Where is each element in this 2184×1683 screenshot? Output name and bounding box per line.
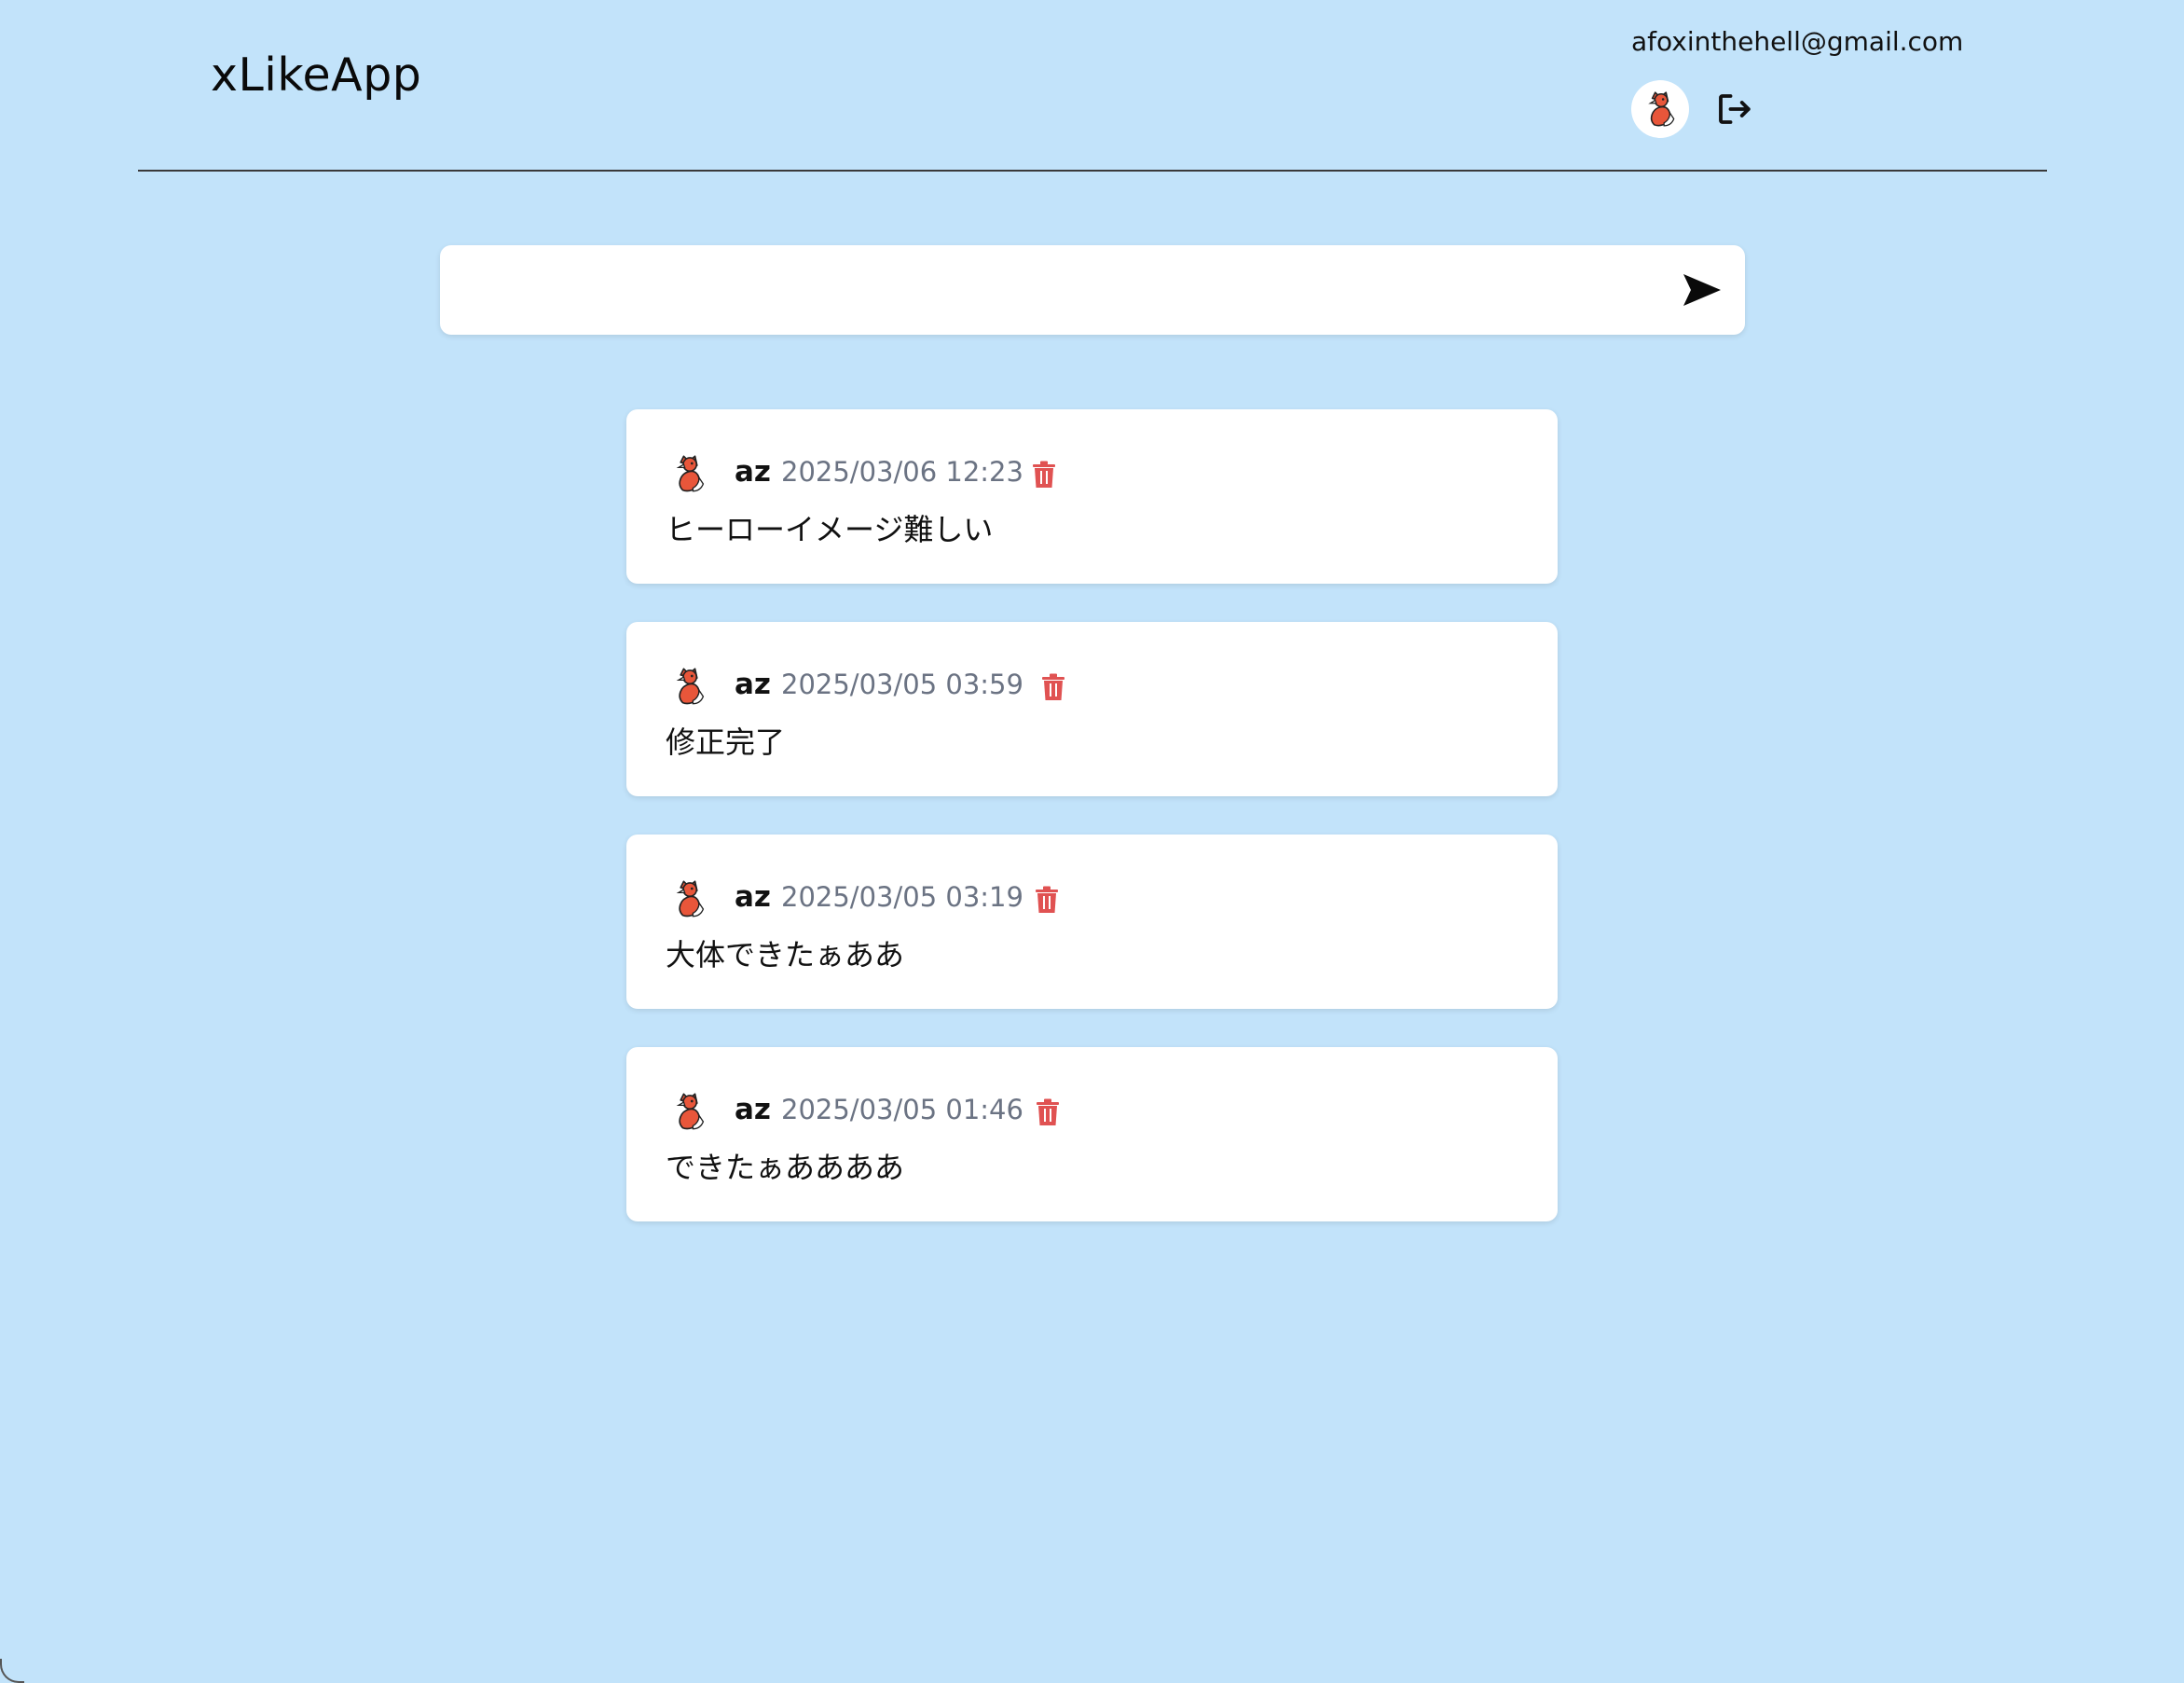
post-input[interactable] — [462, 262, 1641, 320]
window-corner — [0, 1659, 24, 1683]
fox-icon — [1648, 91, 1675, 127]
trash-icon — [1033, 461, 1055, 488]
compose-box — [440, 245, 1745, 335]
delete-post-button[interactable] — [1040, 672, 1066, 702]
post-timestamp: 2025/03/06 12:23 — [781, 456, 1023, 488]
trash-icon — [1042, 673, 1065, 700]
user-avatar[interactable] — [1631, 80, 1689, 138]
post-text: できたぁああああ — [666, 1150, 905, 1185]
logout-button[interactable] — [1710, 84, 1758, 134]
post-author: az — [735, 668, 771, 701]
delete-post-button[interactable] — [1035, 1097, 1061, 1127]
send-icon — [1683, 274, 1721, 306]
trash-icon — [1037, 1098, 1059, 1125]
fox-icon — [676, 455, 705, 492]
delete-post-button[interactable] — [1031, 460, 1057, 490]
fox-icon — [676, 880, 705, 917]
user-email: afoxinthehell@gmail.com — [1631, 26, 1964, 57]
post-timestamp: 2025/03/05 03:19 — [781, 881, 1023, 913]
post-card: az 2025/03/06 12:23 ヒーローイメージ難しい — [626, 409, 1558, 584]
post-author: az — [735, 1093, 771, 1126]
trash-icon — [1036, 886, 1058, 913]
post-avatar[interactable] — [666, 876, 712, 922]
post-author: az — [735, 455, 771, 489]
app-title[interactable]: xLikeApp — [211, 48, 421, 102]
post-avatar[interactable] — [666, 1088, 712, 1135]
app-header: xLikeApp afoxinthehell@gmail.com — [138, 0, 2047, 172]
send-button[interactable] — [1680, 269, 1724, 310]
fox-icon — [676, 668, 705, 705]
delete-post-button[interactable] — [1034, 885, 1060, 915]
logout-icon — [1719, 94, 1751, 124]
fox-icon — [676, 1093, 705, 1130]
post-avatar[interactable] — [666, 450, 712, 497]
post-text: ヒーローイメージ難しい — [666, 512, 994, 547]
post-card: az 2025/03/05 01:46 できたぁああああ — [626, 1047, 1558, 1221]
post-timestamp: 2025/03/05 03:59 — [781, 669, 1023, 700]
post-card: az 2025/03/05 03:59 修正完了 — [626, 622, 1558, 796]
post-timestamp: 2025/03/05 01:46 — [781, 1094, 1023, 1125]
post-author: az — [735, 880, 771, 914]
post-avatar[interactable] — [666, 663, 712, 710]
post-text: 大体できたぁああ — [666, 937, 905, 973]
post-card: az 2025/03/05 03:19 大体できたぁああ — [626, 835, 1558, 1009]
post-text: 修正完了 — [666, 724, 786, 760]
